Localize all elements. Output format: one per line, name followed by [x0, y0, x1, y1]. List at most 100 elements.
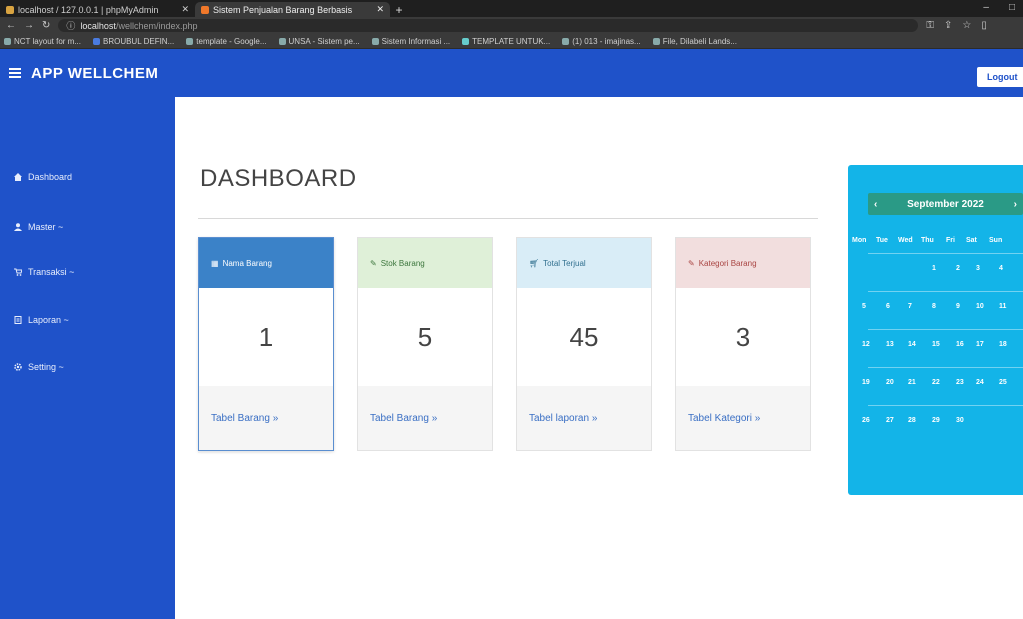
- calendar-day[interactable]: 10: [976, 303, 984, 310]
- calendar-row-divider: [868, 253, 1023, 254]
- calendar-day[interactable]: 24: [976, 379, 984, 386]
- bookmark-icon: [278, 37, 286, 45]
- bookmark-item[interactable]: TEMPLATE UNTUK...: [462, 37, 550, 46]
- user-icon: [14, 223, 22, 231]
- calendar-day[interactable]: 28: [908, 417, 916, 424]
- calendar-day[interactable]: 22: [932, 379, 940, 386]
- forward-arrow-icon[interactable]: →: [24, 20, 34, 31]
- calendar-day[interactable]: 2: [956, 265, 960, 272]
- bookmark-icon: [186, 37, 194, 45]
- new-tab-button[interactable]: +: [390, 3, 408, 17]
- calendar-day[interactable]: 18: [999, 341, 1007, 348]
- minimize-icon[interactable]: –: [983, 2, 989, 13]
- calendar-day[interactable]: 25: [999, 379, 1007, 386]
- calendar-day[interactable]: 23: [956, 379, 964, 386]
- phpmyadmin-favicon-icon: [6, 5, 14, 14]
- reload-icon[interactable]: ↻: [42, 20, 50, 31]
- calendar-day[interactable]: 15: [932, 341, 940, 348]
- browser-tab-app[interactable]: Sistem Penjualan Barang Berbasis ✕: [195, 2, 390, 17]
- sidebar: Dashboard Master ~ Transaksi ~ Laporan ~…: [0, 97, 175, 619]
- bookmark-icon: [462, 37, 470, 45]
- calendar-day[interactable]: 6: [886, 303, 890, 310]
- url-field[interactable]: ⓘ localhost /wellchem/index.php: [58, 19, 919, 32]
- logout-button[interactable]: Logout: [977, 67, 1023, 87]
- bookmark-item[interactable]: template - Google...: [186, 37, 267, 46]
- calendar-weekday: Mon: [852, 237, 867, 244]
- calendar-day[interactable]: 19: [862, 379, 870, 386]
- star-icon[interactable]: ☆: [962, 20, 971, 31]
- calendar-day[interactable]: 14: [908, 341, 916, 348]
- card-link-tabel-barang[interactable]: Tabel Barang »: [199, 386, 333, 450]
- calendar-day[interactable]: 16: [956, 341, 964, 348]
- calendar-day[interactable]: 11: [999, 303, 1006, 310]
- calendar-day[interactable]: 1: [932, 265, 936, 272]
- sidebar-item-setting[interactable]: Setting ~: [14, 362, 64, 372]
- maximize-icon[interactable]: □: [1009, 2, 1015, 13]
- calendar-day[interactable]: 29: [932, 417, 940, 424]
- card-link-tabel-kategori[interactable]: Tabel Kategori »: [676, 386, 810, 450]
- calendar-weekday: Wed: [898, 237, 913, 244]
- sidebar-item-dashboard[interactable]: Dashboard: [14, 172, 72, 182]
- calendar-day[interactable]: 8: [932, 303, 936, 310]
- app-brand[interactable]: APP WELLCHEM: [31, 65, 158, 82]
- card-kategori-barang: ✎ Kategori Barang 3 Tabel Kategori »: [675, 237, 811, 451]
- bookmark-icon: [92, 37, 100, 45]
- calendar-day[interactable]: 5: [862, 303, 866, 310]
- sidepanel-icon[interactable]: ▯: [981, 20, 987, 31]
- sidebar-item-laporan[interactable]: Laporan ~: [14, 315, 69, 325]
- bookmark-icon: [371, 37, 379, 45]
- bookmarks-bar: NCT layout for m... BROUBUL DEFIN... tem…: [0, 34, 1023, 49]
- menu-icon[interactable]: [9, 68, 21, 78]
- card-link-tabel-barang[interactable]: Tabel Barang »: [358, 386, 492, 450]
- window-controls: – □: [983, 2, 1015, 13]
- bookmark-item[interactable]: (1) 013 - imajinas...: [562, 37, 641, 46]
- card-value: 45: [569, 321, 599, 352]
- sidebar-item-label: Master ~: [28, 222, 64, 232]
- back-arrow-icon[interactable]: ←: [6, 20, 16, 31]
- browser-tab-phpmyadmin[interactable]: localhost / 127.0.0.1 | phpMyAdmin ✕: [0, 2, 195, 17]
- card-value: 3: [735, 321, 751, 352]
- card-link-tabel-laporan[interactable]: Tabel laporan »: [517, 386, 651, 450]
- calendar-day[interactable]: 20: [886, 379, 894, 386]
- card-stok-barang: ✎ Stok Barang 5 Tabel Barang »: [357, 237, 493, 451]
- bookmark-item[interactable]: NCT layout for m...: [4, 37, 81, 46]
- card-total-terjual: 🛒︎ Total Terjual 45 Tabel laporan »: [516, 237, 652, 451]
- gear-icon: [14, 363, 22, 371]
- calendar-month-label[interactable]: September 2022: [907, 199, 984, 210]
- calendar-day[interactable]: 30: [956, 417, 964, 424]
- page-title: DASHBOARD: [200, 165, 357, 192]
- calendar-day[interactable]: 12: [862, 341, 870, 348]
- close-icon[interactable]: ✕: [376, 4, 384, 15]
- calendar-weekdays: Mon Tue Wed Thu Fri Sat Sun: [848, 237, 1023, 249]
- sidebar-item-master[interactable]: Master ~: [14, 222, 63, 232]
- key-icon[interactable]: ⚿: [926, 20, 934, 31]
- chevron-left-icon[interactable]: ‹: [874, 199, 877, 210]
- bookmark-item[interactable]: Sistem Informasi ...: [371, 37, 450, 46]
- bookmark-item[interactable]: File, Dilabeli Lands...: [652, 37, 737, 46]
- bookmark-item[interactable]: UNSA - Sistem pe...: [278, 37, 360, 46]
- card-header: ✎ Stok Barang: [358, 238, 492, 288]
- pencil-icon: ✎: [688, 258, 695, 268]
- tab-title: Sistem Penjualan Barang Berbasis: [213, 4, 353, 15]
- calendar-day[interactable]: 13: [886, 341, 894, 348]
- chevron-right-icon[interactable]: ›: [1014, 199, 1017, 210]
- calendar-day[interactable]: 7: [908, 303, 912, 310]
- sidebar-item-transaksi[interactable]: Transaksi ~: [14, 267, 74, 277]
- calendar-day[interactable]: 17: [976, 341, 984, 348]
- calendar-day[interactable]: 26: [862, 417, 870, 424]
- calendar-day[interactable]: 21: [908, 379, 916, 386]
- bookmark-icon: [652, 37, 660, 45]
- calendar-day[interactable]: 4: [999, 265, 1003, 272]
- calendar-day[interactable]: 3: [976, 265, 980, 272]
- browser-addressbar: ← → ↻ ⓘ localhost /wellchem/index.php ⚿ …: [0, 17, 1023, 34]
- app-navbar: APP WELLCHEM Logout: [0, 49, 1023, 97]
- bookmark-item[interactable]: BROUBUL DEFIN...: [92, 37, 174, 46]
- calendar-day[interactable]: 27: [886, 417, 894, 424]
- calendar-weekday: Thu: [921, 237, 934, 244]
- sidebar-item-label: Setting ~: [28, 362, 64, 372]
- pencil-icon: ✎: [370, 258, 377, 268]
- info-icon[interactable]: ⓘ: [66, 19, 75, 32]
- share-icon[interactable]: ⇪: [944, 20, 952, 31]
- calendar-day[interactable]: 9: [956, 303, 960, 310]
- close-icon[interactable]: ✕: [181, 4, 189, 15]
